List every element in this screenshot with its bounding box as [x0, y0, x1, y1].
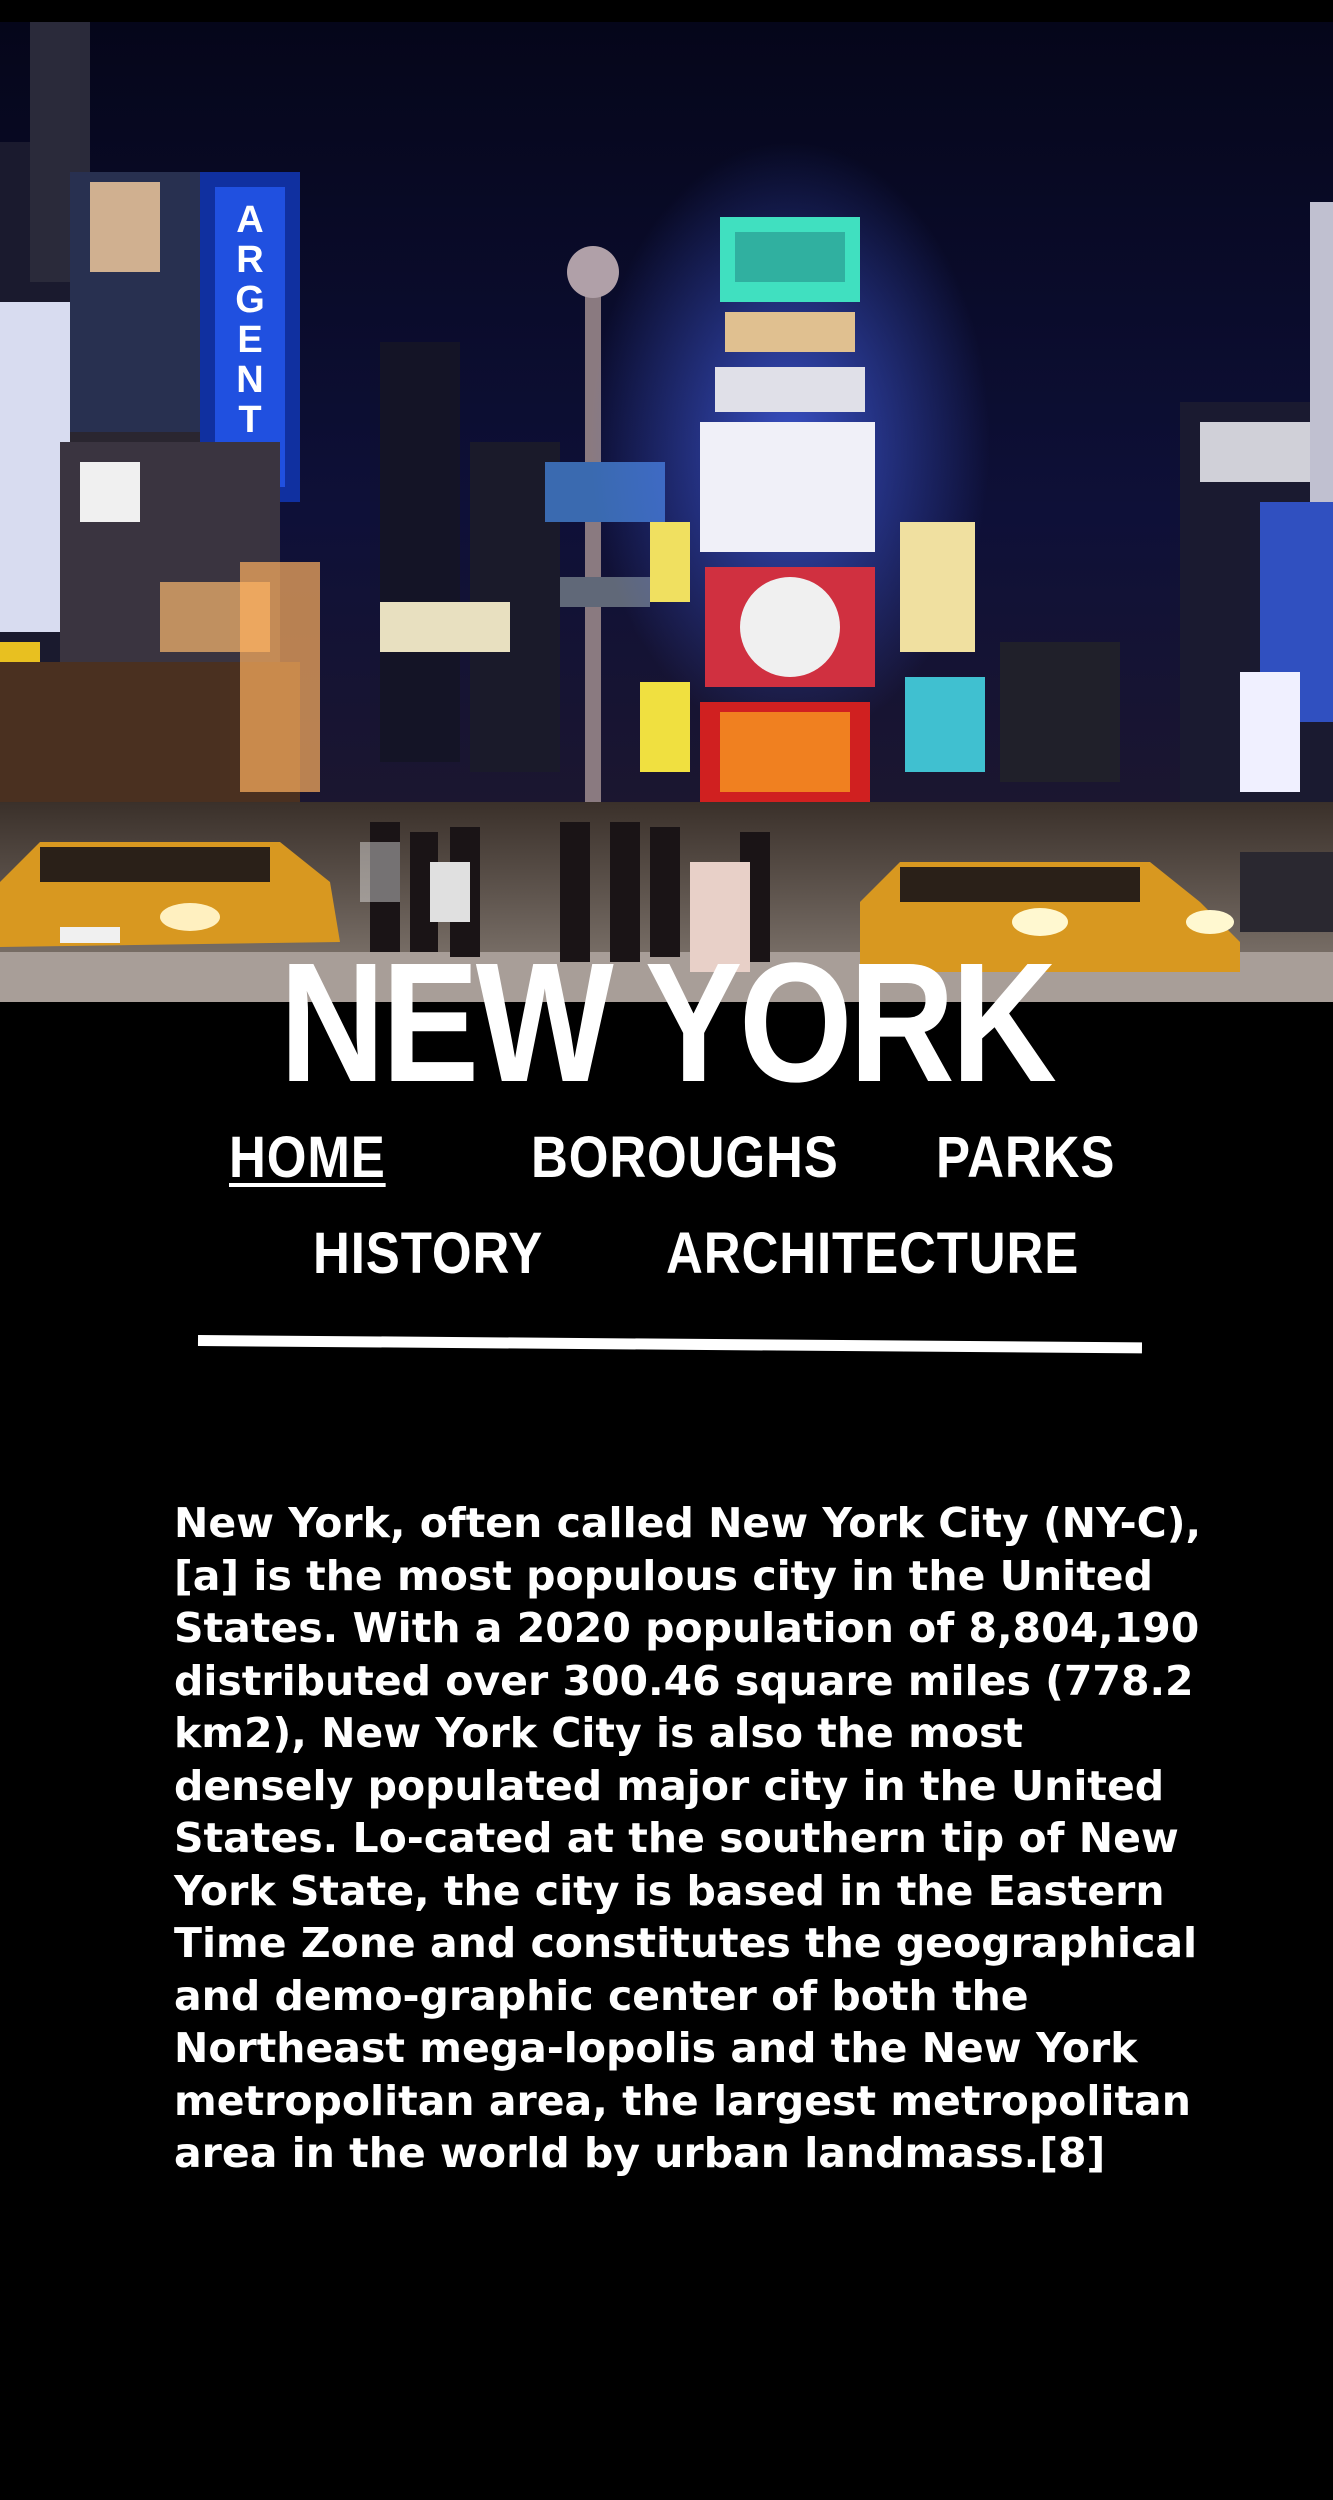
nav-divider	[197, 1335, 1143, 1354]
svg-text:G: G	[235, 279, 265, 321]
svg-text:R: R	[236, 239, 263, 281]
svg-text:E: E	[237, 319, 262, 361]
nav-row-secondary: HISTORY ARCHITECTURE	[0, 1214, 1333, 1294]
nav-row-primary: HOME BOROUGHS PARKS	[0, 1118, 1333, 1198]
nav-item-parks[interactable]: PARKS	[936, 1118, 1115, 1198]
top-strip	[0, 0, 1333, 22]
svg-text:A: A	[236, 199, 263, 241]
intro-paragraph: New York, often called New York City (NY…	[174, 1499, 1202, 2177]
nav-item-boroughs[interactable]: BOROUGHS	[531, 1118, 839, 1198]
nav-item-architecture[interactable]: ARCHITECTURE	[666, 1214, 1079, 1294]
times-square-night-photo: A R G E N T	[0, 22, 1333, 1002]
site-title: NEW YORK	[279, 928, 1057, 1118]
svg-text:T: T	[238, 399, 261, 441]
svg-text:N: N	[236, 359, 263, 401]
nav-item-history[interactable]: HISTORY	[313, 1214, 543, 1294]
hero-image: A R G E N T	[0, 22, 1333, 1002]
nav-item-home[interactable]: HOME	[229, 1118, 386, 1198]
